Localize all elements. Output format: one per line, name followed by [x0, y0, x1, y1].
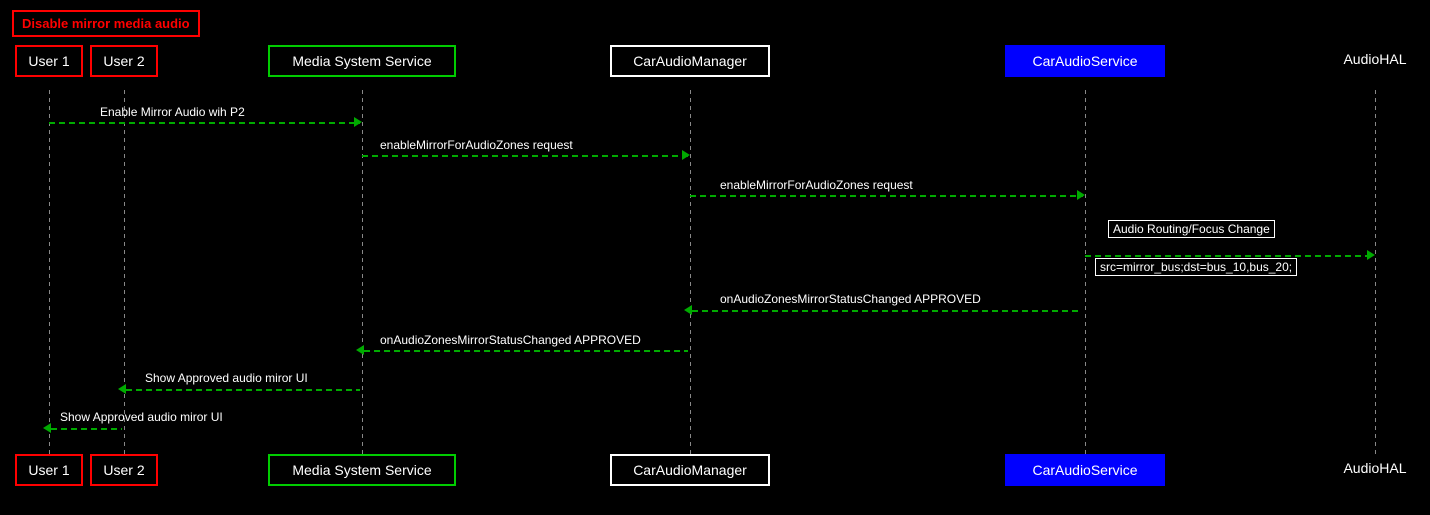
msg9-line	[51, 428, 122, 430]
lifeline-user1	[49, 90, 50, 454]
actor-cam-top: CarAudioManager	[610, 45, 770, 77]
msg1-label: Enable Mirror Audio wih P2	[100, 105, 245, 119]
msg3-head	[1077, 190, 1085, 200]
lifeline-cas	[1085, 90, 1086, 454]
msg3-line	[690, 195, 1083, 197]
actor-audiohal-top: AudioHAL	[1330, 45, 1420, 73]
msg3-label: enableMirrorForAudioZones request	[720, 178, 913, 192]
msg5-head	[1367, 250, 1375, 260]
actor-cas-top: CarAudioService	[1005, 45, 1165, 77]
msg2-label: enableMirrorForAudioZones request	[380, 138, 573, 152]
msg7-label: onAudioZonesMirrorStatusChanged APPROVED	[380, 333, 641, 347]
actor-mss-bottom: Media System Service	[268, 454, 456, 486]
msg1-head	[354, 117, 362, 127]
actor-user1-top: User 1	[15, 45, 83, 77]
actor-user2-bottom: User 2	[90, 454, 158, 486]
lifeline-user2	[124, 90, 125, 454]
msg9-label: Show Approved audio miror UI	[60, 410, 223, 424]
title-box: Disable mirror media audio	[12, 10, 200, 37]
lifeline-mss	[362, 90, 363, 454]
msg8-head	[118, 384, 126, 394]
actor-audiohal-bottom: AudioHAL	[1330, 454, 1420, 482]
actor-user1-bottom: User 1	[15, 454, 83, 486]
msg9-head	[43, 423, 51, 433]
msg4-label: Audio Routing/Focus Change	[1108, 220, 1275, 238]
lifeline-audiohal	[1375, 90, 1376, 454]
msg7-line	[364, 350, 688, 352]
msg1-line	[49, 122, 360, 124]
msg5-line	[1085, 255, 1373, 257]
msg6-label: onAudioZonesMirrorStatusChanged APPROVED	[720, 292, 981, 306]
diagram-container: Disable mirror media audio User 1 User 2…	[0, 0, 1430, 515]
msg6-head	[684, 305, 692, 315]
msg2-line	[362, 155, 688, 157]
msg5-sublabel: src=mirror_bus;dst=bus_10,bus_20;	[1095, 258, 1297, 276]
msg6-line	[692, 310, 1082, 312]
msg2-head	[682, 150, 690, 160]
msg7-head	[356, 345, 364, 355]
actor-cas-bottom: CarAudioService	[1005, 454, 1165, 486]
actor-user2-top: User 2	[90, 45, 158, 77]
msg8-line	[126, 389, 360, 391]
actor-mss-top: Media System Service	[268, 45, 456, 77]
actor-cam-bottom: CarAudioManager	[610, 454, 770, 486]
msg8-label: Show Approved audio miror UI	[145, 371, 308, 385]
title-text: Disable mirror media audio	[22, 16, 190, 31]
lifeline-cam	[690, 90, 691, 454]
